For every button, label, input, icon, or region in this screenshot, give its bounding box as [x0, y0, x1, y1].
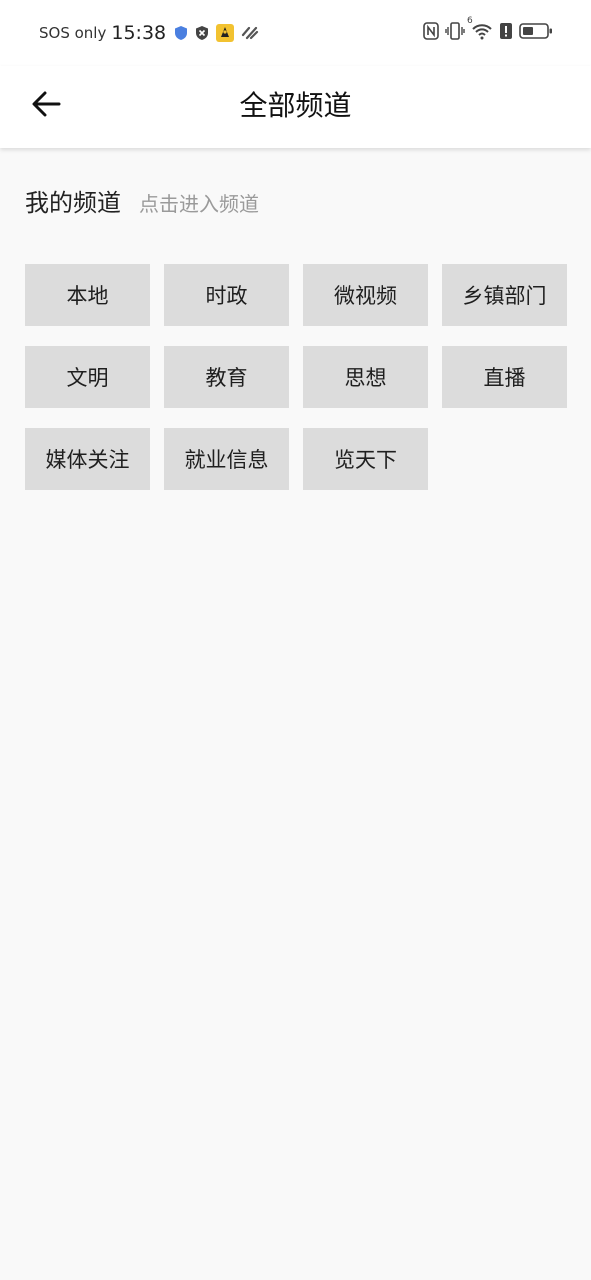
wifi-icon: 6 — [467, 16, 493, 40]
channel-grid: 本地 时政 微视频 乡镇部门 文明 教育 思想 直播 媒体关注 就业信息 览天下 — [25, 264, 567, 490]
channel-chip[interactable]: 时政 — [164, 264, 289, 326]
channel-chip[interactable]: 教育 — [164, 346, 289, 408]
status-bar: SOS only 15:38 6 — [0, 0, 591, 66]
carrier-text: SOS only — [39, 24, 107, 42]
my-channels-header: 我的频道 点击进入频道 — [25, 183, 259, 218]
clock: 15:38 — [111, 22, 167, 44]
app-header: 全部频道 — [0, 66, 591, 148]
section-title: 我的频道 — [25, 189, 121, 217]
app-notification-icon — [216, 24, 235, 42]
nfc-icon — [423, 22, 439, 40]
shield-icon — [174, 25, 188, 41]
status-left: SOS only 15:38 — [39, 22, 259, 44]
status-right: 6 — [423, 16, 553, 40]
wifi-superscript: 6 — [467, 16, 473, 26]
vibrate-icon — [445, 22, 465, 40]
channel-chip[interactable]: 思想 — [303, 346, 428, 408]
channel-chip[interactable]: 文明 — [25, 346, 150, 408]
channel-chip[interactable]: 媒体关注 — [25, 428, 150, 490]
battery-icon — [519, 22, 553, 40]
channel-chip[interactable]: 览天下 — [303, 428, 428, 490]
alert-icon — [499, 22, 513, 40]
notification-icons — [174, 24, 259, 42]
link-icon — [241, 25, 259, 41]
channel-chip[interactable]: 直播 — [442, 346, 567, 408]
channel-chip[interactable]: 就业信息 — [164, 428, 289, 490]
close-shield-icon — [195, 25, 209, 41]
section-hint: 点击进入频道 — [139, 192, 259, 216]
channel-chip[interactable]: 本地 — [25, 264, 150, 326]
channel-chip[interactable]: 微视频 — [303, 264, 428, 326]
channel-chip[interactable]: 乡镇部门 — [442, 264, 567, 326]
page-title: 全部频道 — [239, 89, 352, 122]
